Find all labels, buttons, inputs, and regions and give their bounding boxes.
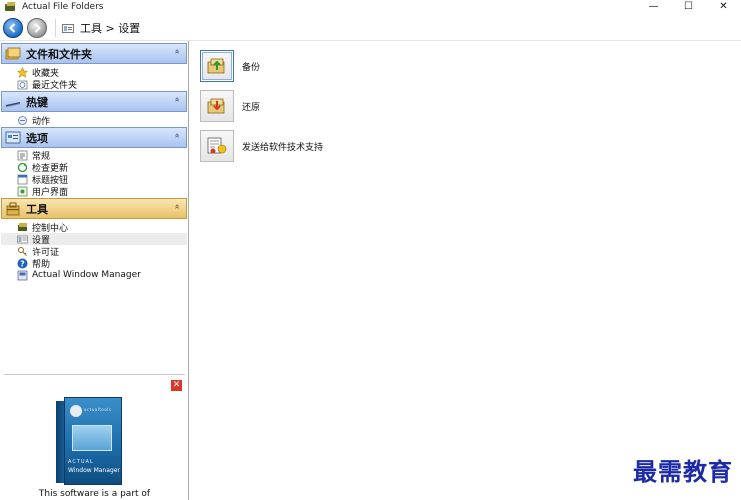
back-button[interactable] <box>3 18 23 38</box>
title-bar: Actual File Folders — ☐ ✕ <box>0 0 741 13</box>
send-support-button[interactable] <box>200 130 234 162</box>
window-title: Actual File Folders <box>22 1 104 12</box>
sidebar-item-recent-folders[interactable]: 最近文件夹 <box>17 78 187 91</box>
breadcrumb: 工具 > 设置 <box>80 22 141 35</box>
sidebar-item-control-center[interactable]: 控制中心 <box>17 221 187 234</box>
send-support-label: 发送给软件技术支持 <box>242 142 324 153</box>
update-icon <box>17 162 28 173</box>
sidebar-item-settings[interactable]: 设置 <box>1 233 187 246</box>
restore-icon <box>207 98 225 114</box>
backup-button[interactable] <box>200 50 234 82</box>
restore-label: 还原 <box>242 102 261 113</box>
forward-button[interactable] <box>27 18 47 38</box>
navigation-bar: 工具 > 设置 <box>0 16 741 41</box>
backup-icon <box>207 58 225 74</box>
main-content: 备份 还原 发送给软件技术支持 <box>192 41 741 500</box>
options-icon <box>5 131 21 145</box>
control-center-icon <box>17 222 28 233</box>
settings-page-icon <box>62 23 74 33</box>
section-title: 选项 <box>26 131 48 145</box>
title-buttons-icon <box>17 174 28 185</box>
sidebar-item-help[interactable]: ? 帮助 <box>17 257 187 270</box>
folders-icon <box>5 47 21 61</box>
section-header-tools[interactable]: 工具 « <box>1 198 187 219</box>
action-icon <box>17 115 28 126</box>
close-promo-button[interactable]: ✕ <box>171 380 182 391</box>
sidebar-item-general[interactable]: 常规 <box>17 149 187 162</box>
sidebar-item-favorites[interactable]: 收藏夹 <box>16 66 187 79</box>
sidebar-item-actual-window-manager[interactable]: Actual Window Manager <box>17 269 187 281</box>
collapse-chevron-icon[interactable]: « <box>172 204 182 210</box>
sidebar: 文件和文件夹 « 收藏夹 最近文件夹 热键 « 动作 选项 « 常规 检查更新 <box>0 41 189 500</box>
backup-action[interactable]: 备份 <box>200 49 260 83</box>
section-header-options[interactable]: 选项 « <box>1 127 187 148</box>
section-title: 工具 <box>26 202 48 216</box>
settings-icon <box>17 234 28 245</box>
sidebar-item-license[interactable]: 许可证 <box>17 245 187 258</box>
awm-icon <box>17 270 28 281</box>
window-controls: — ☐ ✕ <box>636 0 741 13</box>
arrow-right-icon <box>34 23 41 33</box>
sidebar-item-title-buttons[interactable]: 标题按钮 <box>17 173 187 186</box>
tools-icon <box>5 202 21 216</box>
collapse-chevron-icon[interactable]: « <box>172 133 182 139</box>
arrow-left-icon <box>9 23 16 33</box>
svg-text:?: ? <box>20 259 25 268</box>
promo-text: This software is a part of <box>38 489 151 499</box>
section-title: 热键 <box>26 95 48 109</box>
watermark-text: 最需教育 <box>633 457 733 486</box>
product-logo-icon <box>70 405 82 417</box>
product-box-image[interactable]: actualtools ACTUAL Window Manager <box>56 397 122 485</box>
star-icon <box>16 66 29 78</box>
maximize-button[interactable]: ☐ <box>671 0 706 13</box>
user-interface-icon <box>17 186 28 197</box>
backup-label: 备份 <box>242 62 261 73</box>
general-icon <box>17 150 28 161</box>
minimize-button[interactable]: — <box>636 0 671 13</box>
nav-separator <box>55 19 56 37</box>
sidebar-item-check-updates[interactable]: 检查更新 <box>17 161 187 174</box>
restore-button[interactable] <box>200 90 234 122</box>
send-support-action[interactable]: 发送给软件技术支持 <box>200 129 323 163</box>
sidebar-item-actions[interactable]: 动作 <box>17 114 187 127</box>
collapse-chevron-icon[interactable]: « <box>172 97 182 103</box>
section-title: 文件和文件夹 <box>26 47 92 61</box>
section-header-hotkeys[interactable]: 热键 « <box>1 91 187 112</box>
restore-action[interactable]: 还原 <box>200 89 260 123</box>
hotkey-icon <box>5 95 21 109</box>
promo-panel: ✕ actualtools ACTUAL Window Manager This… <box>4 374 185 500</box>
app-icon <box>5 1 16 12</box>
recent-folder-icon <box>17 79 28 90</box>
collapse-chevron-icon[interactable]: « <box>172 49 182 55</box>
license-icon <box>17 246 28 257</box>
send-support-icon <box>207 137 227 154</box>
sidebar-item-user-interface[interactable]: 用户界面 <box>17 185 187 198</box>
section-header-files-folders[interactable]: 文件和文件夹 « <box>1 43 187 64</box>
close-button[interactable]: ✕ <box>706 0 741 13</box>
help-icon: ? <box>17 258 28 269</box>
